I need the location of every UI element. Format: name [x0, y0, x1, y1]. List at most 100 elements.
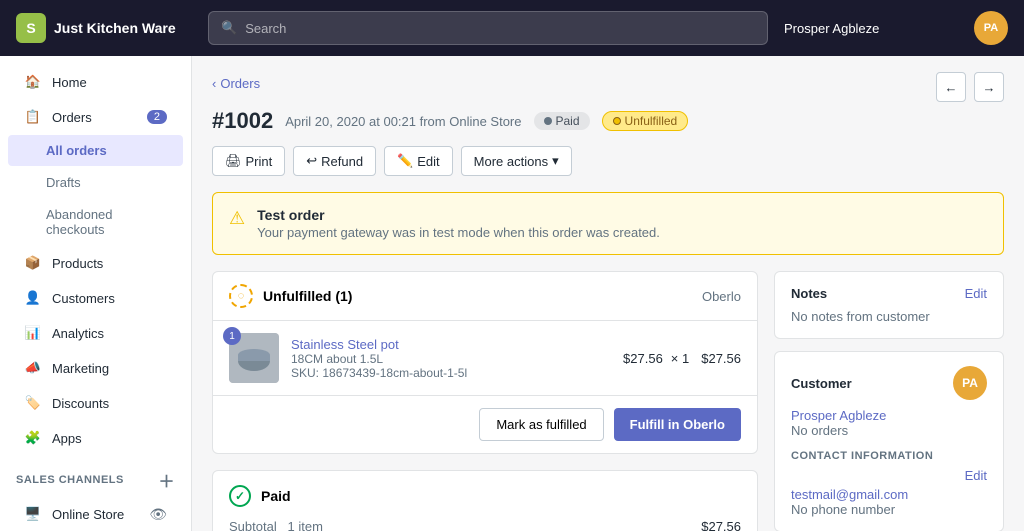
- sidebar-label-all-orders: All orders: [46, 143, 107, 158]
- contact-section-title: CONTACT INFORMATION: [791, 450, 987, 462]
- logo-area: S Just Kitchen Ware: [0, 13, 192, 43]
- unfulfilled-dot: [613, 117, 621, 125]
- channels-section: SALES CHANNELS ＋: [0, 456, 191, 496]
- more-actions-button[interactable]: More actions ▾: [461, 146, 572, 176]
- customer-name[interactable]: Prosper Agbleze: [791, 408, 987, 423]
- orders-badge: 2: [147, 110, 167, 124]
- contact-phone: No phone number: [791, 502, 987, 517]
- search-icon: 🔍: [221, 20, 237, 36]
- orders-icon: 📋: [24, 108, 42, 126]
- home-icon: 🏠: [24, 73, 42, 91]
- discounts-icon: 🏷️: [24, 394, 42, 412]
- edit-icon: ✏️: [397, 153, 413, 169]
- sidebar-label-abandoned: Abandoned checkouts: [46, 207, 167, 237]
- customers-icon: 👤: [24, 289, 42, 307]
- avatar[interactable]: PA: [974, 11, 1008, 45]
- fulfillment-title: ◌ Unfulfilled (1): [229, 284, 352, 308]
- sidebar-label-customers: Customers: [52, 291, 115, 306]
- item-name[interactable]: Stainless Steel pot: [291, 337, 611, 352]
- order-item-row: 1 Stainless Steel pot 18CM about 1.5L SK…: [213, 321, 757, 395]
- notes-empty: No notes from customer: [791, 309, 930, 324]
- chevron-left-icon: ‹: [212, 76, 216, 91]
- payment-title: Paid: [261, 488, 291, 504]
- prev-order-button[interactable]: ←: [936, 72, 966, 102]
- sidebar-item-orders[interactable]: 📋 Orders 2: [8, 100, 183, 134]
- order-date: April 20, 2020 at 00:21 from Online Stor…: [285, 114, 521, 129]
- sidebar-item-home[interactable]: 🏠 Home: [8, 65, 183, 99]
- item-qty-badge: 1: [223, 327, 241, 345]
- notes-title: Notes: [791, 286, 827, 301]
- sidebar-label-orders: Orders: [52, 110, 92, 125]
- refund-icon: ↩: [306, 153, 317, 169]
- warning-icon: ⚠: [229, 208, 245, 229]
- refund-button[interactable]: ↩ Refund: [293, 146, 376, 176]
- customer-card: Customer PA Prosper Agbleze No orders CO…: [774, 351, 1004, 531]
- sidebar-item-drafts[interactable]: Drafts: [8, 167, 183, 198]
- sidebar-item-online-store[interactable]: 🖥️ Online Store 👁: [8, 497, 183, 531]
- unfulfilled-card: ◌ Unfulfilled (1) Oberlo: [212, 271, 758, 454]
- user-name: Prosper Agbleze: [784, 21, 879, 36]
- print-button[interactable]: 🖨 Print: [212, 146, 285, 176]
- marketing-icon: 📣: [24, 359, 42, 377]
- eye-icon[interactable]: 👁: [149, 506, 167, 523]
- apps-icon: 🧩: [24, 429, 42, 447]
- add-channel-icon[interactable]: ＋: [158, 468, 175, 492]
- sidebar-label-marketing: Marketing: [52, 361, 109, 376]
- sidebar-item-discounts[interactable]: 🏷️ Discounts: [8, 386, 183, 420]
- contact-email[interactable]: testmail@gmail.com: [791, 487, 987, 502]
- item-sku: SKU: 18673439-18cm-about-1-5l: [291, 366, 611, 380]
- next-order-button[interactable]: →: [974, 72, 1004, 102]
- search-bar[interactable]: 🔍: [208, 11, 768, 45]
- notes-edit-button[interactable]: Edit: [965, 286, 987, 301]
- breadcrumb[interactable]: ‹ Orders: [212, 76, 260, 91]
- item-pricing: $27.56 × 1: [623, 351, 689, 366]
- sidebar-item-apps[interactable]: 🧩 Apps: [8, 421, 183, 455]
- sidebar-item-analytics[interactable]: 📊 Analytics: [8, 316, 183, 350]
- customer-title: Customer: [791, 376, 852, 391]
- edit-button[interactable]: ✏️ Edit: [384, 146, 453, 176]
- paid-dot: [544, 117, 552, 125]
- sidebar-item-customers[interactable]: 👤 Customers: [8, 281, 183, 315]
- search-input[interactable]: [245, 21, 755, 36]
- paid-badge: Paid: [534, 112, 590, 130]
- action-bar: 🖨 Print ↩ Refund ✏️ Edit More actions ▾: [212, 146, 1004, 176]
- contact-edit-button[interactable]: Edit: [965, 468, 987, 483]
- print-icon: 🖨: [225, 153, 242, 169]
- order-number: #1002: [212, 108, 273, 134]
- item-multiplier: × 1: [671, 351, 689, 366]
- customer-avatar: PA: [953, 366, 987, 400]
- mark-fulfilled-button[interactable]: Mark as fulfilled: [479, 408, 603, 441]
- subtotal-amount: $27.56: [701, 519, 741, 531]
- store-name: Just Kitchen Ware: [54, 20, 176, 36]
- products-icon: 📦: [24, 254, 42, 272]
- sidebar-item-products[interactable]: 📦 Products: [8, 246, 183, 280]
- sidebar-label-analytics: Analytics: [52, 326, 104, 341]
- analytics-icon: 📊: [24, 324, 42, 342]
- sidebar-item-abandoned[interactable]: Abandoned checkouts: [8, 199, 183, 245]
- item-total: $27.56: [701, 351, 741, 366]
- subtotal-label: Subtotal 1 item: [229, 519, 323, 531]
- sidebar-label-discounts: Discounts: [52, 396, 109, 411]
- customer-orders: No orders: [791, 423, 987, 438]
- sidebar-label-products: Products: [52, 256, 103, 271]
- item-variant: 18CM about 1.5L: [291, 352, 611, 366]
- sidebar-label-apps: Apps: [52, 431, 82, 446]
- sidebar-label-drafts: Drafts: [46, 175, 81, 190]
- notes-card: Notes Edit No notes from customer: [774, 271, 1004, 339]
- paid-check-icon: ✓: [229, 485, 251, 507]
- shopify-logo-icon: S: [16, 13, 46, 43]
- payment-card: ✓ Paid Subtotal 1 item $27.56: [212, 470, 758, 531]
- test-order-banner: ⚠ Test order Your payment gateway was in…: [212, 192, 1004, 255]
- sidebar-item-all-orders[interactable]: All orders: [8, 135, 183, 166]
- test-banner-text: Your payment gateway was in test mode wh…: [257, 225, 660, 240]
- item-price: $27.56: [623, 351, 663, 366]
- fulfill-oberlo-button[interactable]: Fulfill in Oberlo: [614, 408, 741, 441]
- online-store-icon: 🖥️: [24, 505, 42, 523]
- chevron-down-icon: ▾: [552, 153, 559, 169]
- fulfillment-icon: ◌: [229, 284, 253, 308]
- test-banner-title: Test order: [257, 207, 660, 223]
- sidebar-item-marketing[interactable]: 📣 Marketing: [8, 351, 183, 385]
- sidebar-label-home: Home: [52, 75, 87, 90]
- sidebar-label-online-store: Online Store: [52, 507, 124, 522]
- unfulfilled-badge: Unfulfilled: [602, 111, 689, 131]
